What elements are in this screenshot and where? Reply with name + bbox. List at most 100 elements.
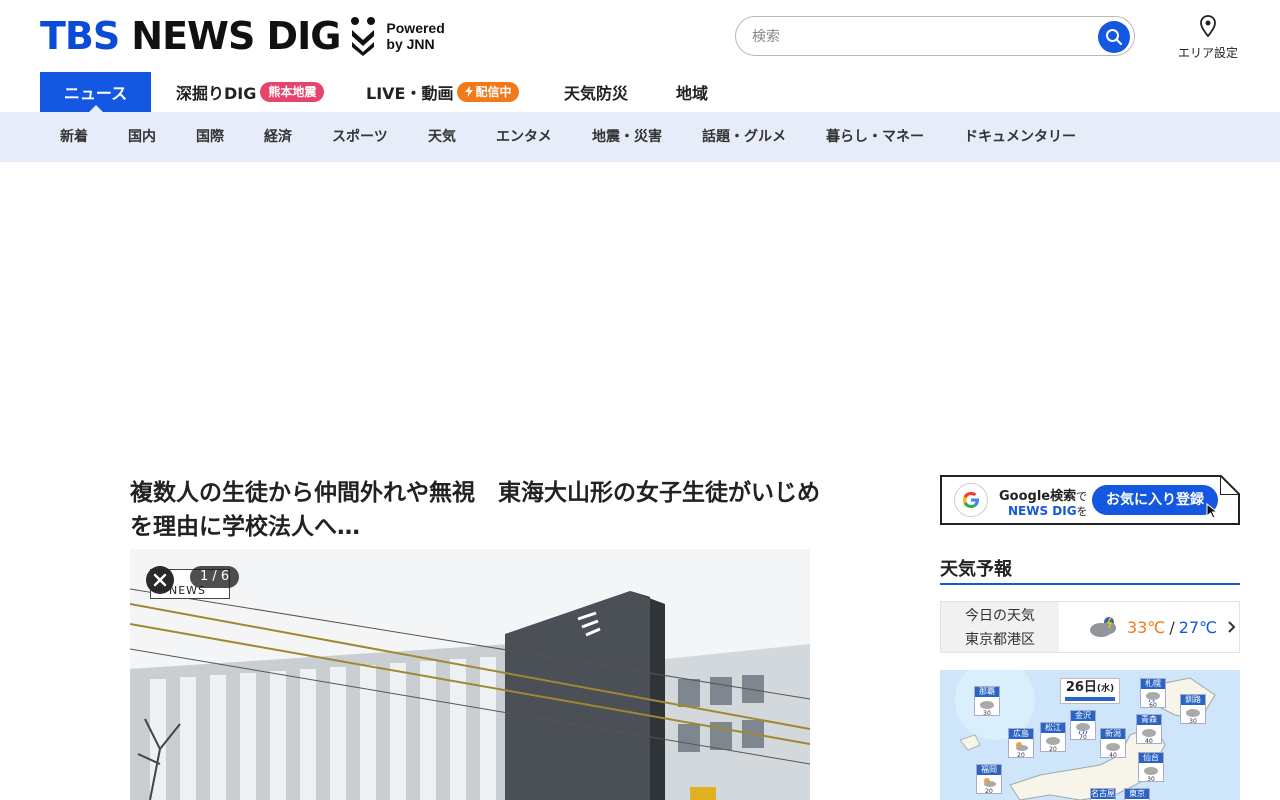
cursor-pointer-icon: [1206, 503, 1219, 519]
page-fold-corner: [1220, 475, 1240, 495]
powered-by-jnn: Powered by JNN: [386, 20, 444, 52]
powered-line2: by JNN: [386, 36, 435, 52]
nav-badge-live-text: 配信中: [475, 85, 512, 99]
cloudy-icon: [1144, 767, 1158, 775]
map-city: 那覇 30: [974, 686, 1000, 717]
subnav-documentary[interactable]: ドキュメンタリー: [964, 112, 1076, 162]
map-city-name: 札幌: [1141, 679, 1165, 689]
nav-live-label: LIVE・動画: [366, 84, 454, 103]
search-box: [735, 16, 1135, 56]
cloudy-rain-icon: [1146, 692, 1160, 702]
photo-counter: 1 / 6: [190, 566, 240, 588]
map-city-name: 金沢: [1071, 711, 1095, 721]
map-city-pct: 30: [983, 710, 991, 717]
map-city: 仙台 30: [1138, 752, 1164, 783]
google-banner-line1-suffix: で: [1076, 490, 1088, 503]
today-weather-label-box: 今日の天気 東京都港区: [941, 602, 1059, 652]
nav-weather-label: 天気防災: [564, 84, 629, 103]
dig-mark-icon: [351, 17, 376, 56]
subnav-international[interactable]: 国際: [196, 112, 224, 162]
subnav-economy[interactable]: 経済: [264, 112, 292, 162]
nav-region-label: 地域: [676, 84, 709, 103]
map-city: 釧路 30: [1180, 694, 1206, 725]
google-banner-line2: NEWS DIGを: [1008, 503, 1088, 519]
google-preferred-source-banner[interactable]: Google検索で NEWS DIGを お気に入り登録: [940, 475, 1240, 525]
map-city: 東京: [1124, 788, 1150, 800]
map-city-name: 仙台: [1139, 753, 1163, 763]
subnav-sports[interactable]: スポーツ: [332, 112, 388, 162]
sub-nav: 新着 国内 国際 経済 スポーツ 天気 エンタメ 地震・災害 話題・グルメ 暮ら…: [0, 112, 1280, 162]
photo-close-button[interactable]: [146, 566, 174, 594]
location-pin-icon: [1200, 15, 1216, 38]
weather-forecast-heading: 天気予報: [940, 555, 1240, 585]
nav-news[interactable]: ニュース: [40, 72, 151, 112]
cloudy-icon: [1046, 737, 1060, 745]
map-city-pct: 20: [1049, 746, 1057, 753]
area-settings-label: エリア設定: [1177, 46, 1238, 60]
map-city: 名古屋: [1090, 788, 1116, 800]
site-logo[interactable]: TBS NEWS DIG Powered by JNN: [40, 14, 445, 58]
nav-fukabori-label: 深掘りDIG: [176, 84, 257, 103]
logo-tbs: TBS: [40, 14, 120, 58]
nav-news-label: ニュース: [63, 84, 128, 103]
weather-map[interactable]: 26日(水) 那覇 30 札幌 60 釧路 30 青森 40 広島 20 松江 20 金沢 7…: [940, 670, 1240, 800]
map-city: 金沢 70: [1070, 710, 1096, 741]
article-title: 複数人の生徒から仲間外れや無視 東海大山形の女子生徒がいじめを理由に学校法人へ…: [130, 480, 820, 540]
nav-live-video[interactable]: LIVE・動画 配信中: [366, 72, 520, 112]
map-city-name: 那覇: [975, 687, 999, 697]
subnav-weather[interactable]: 天気: [428, 112, 456, 162]
search-input[interactable]: [752, 25, 1082, 49]
map-city-name: 松江: [1041, 723, 1065, 733]
powered-line1: Powered: [386, 20, 445, 36]
article-photo[interactable]: NEWS 1 / 6: [130, 549, 810, 800]
chevron-right-icon: [1228, 621, 1236, 633]
map-city-pct: 30: [1147, 776, 1155, 783]
temp-separator: /: [1169, 617, 1175, 637]
map-city-pct: 20: [985, 788, 993, 795]
map-date-bar: [1065, 697, 1115, 701]
search-button[interactable]: [1098, 21, 1130, 53]
cloudy-icon: [980, 701, 994, 709]
partly-cloudy-icon: [984, 778, 996, 787]
close-icon: [153, 573, 167, 587]
cloudy-thunder-rain-icon: [1090, 616, 1116, 637]
map-city-name: 青森: [1137, 715, 1161, 725]
today-weather-label: 今日の天気: [965, 608, 1035, 624]
cloudy-icon: [1142, 729, 1156, 737]
subnav-domestic[interactable]: 国内: [128, 112, 156, 162]
google-banner-line2-suffix: を: [1076, 505, 1088, 518]
map-city: 青森 40: [1136, 714, 1162, 745]
map-city: 福岡 20: [976, 764, 1002, 795]
map-date: 26日: [1065, 680, 1097, 695]
nav-weather-disaster[interactable]: 天気防災: [564, 72, 628, 112]
nav-badge-kumamoto: 熊本地震: [260, 82, 325, 102]
subnav-topics-gourmet[interactable]: 話題・グルメ: [702, 112, 786, 162]
lightning-icon: [465, 86, 474, 97]
google-banner-line2-main: NEWS DIG: [1008, 504, 1077, 518]
map-city-pct: 30: [1189, 718, 1197, 725]
main-nav: ニュース 深掘りDIG 熊本地震 LIVE・動画 配信中 天気防災 地域: [0, 72, 1280, 112]
temp-high: 33℃: [1127, 617, 1166, 637]
today-weather-row[interactable]: 今日の天気 東京都港区 33℃ / 27℃: [940, 601, 1240, 653]
subnav-entertainment[interactable]: エンタメ: [496, 112, 552, 162]
subnav-latest[interactable]: 新着: [60, 112, 88, 162]
cloudy-icon: [1186, 709, 1200, 717]
map-city-name: 広島: [1009, 729, 1033, 739]
google-banner-line1: Google検索で: [999, 485, 1087, 504]
favorite-register-button[interactable]: お気に入り登録: [1092, 485, 1218, 515]
search-icon: [1106, 29, 1123, 46]
map-city-pct: 40: [1109, 752, 1117, 759]
map-city: 新潟 40: [1100, 728, 1126, 759]
map-city-pct: 40: [1145, 738, 1153, 745]
subnav-earthquake-disaster[interactable]: 地震・災害: [592, 112, 662, 162]
today-weather-temps: 33℃ / 27℃: [1087, 614, 1237, 640]
map-city-pct: 60: [1149, 702, 1157, 709]
nav-region[interactable]: 地域: [676, 72, 708, 112]
area-settings[interactable]: エリア設定: [1170, 14, 1246, 61]
logo-news-dig: NEWS DIG: [131, 14, 341, 58]
nav-fukabori-dig[interactable]: 深掘りDIG 熊本地震: [176, 72, 325, 112]
subnav-living-money[interactable]: 暮らし・マネー: [826, 112, 924, 162]
temp-low: 27℃: [1178, 617, 1218, 637]
map-city-name: 福岡: [977, 765, 1001, 775]
nav-badge-live: 配信中: [457, 82, 520, 102]
